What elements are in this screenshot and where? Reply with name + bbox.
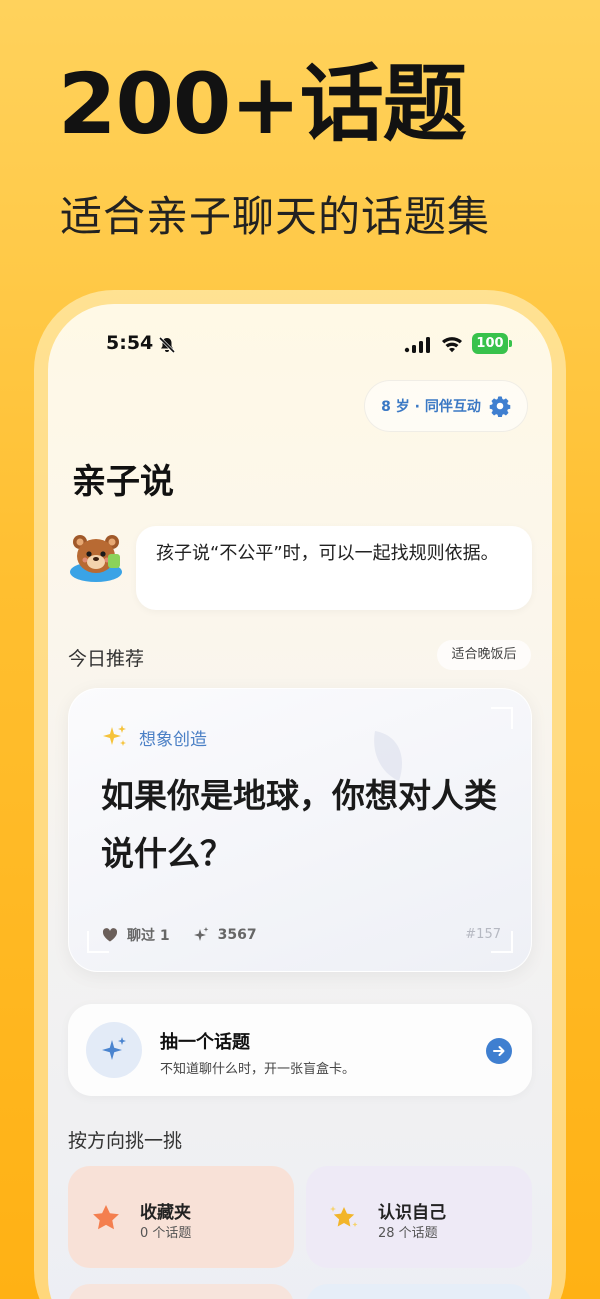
bear-mascot-icon: [70, 535, 122, 582]
today-topic-card[interactable]: 想象创造 如果你是地球，你想对人类说什么？ 聊过 1 3567 #157: [68, 688, 532, 972]
direction-count: 28 个话题: [378, 1226, 438, 1241]
sparkle-count-icon: [193, 927, 209, 941]
draw-subtitle: 不知道聊什么时，开一张盲盒卡。: [160, 1062, 356, 1077]
card-corner: [491, 707, 513, 729]
sparkles-blue-icon: [102, 1037, 126, 1060]
direction-card-peek[interactable]: [68, 1284, 294, 1299]
gear-icon: [489, 396, 511, 417]
direction-card-favorites[interactable]: 收藏夹 0 个话题: [68, 1166, 294, 1268]
section-title-today: 今日推荐: [68, 648, 145, 670]
direction-count: 0 个话题: [140, 1226, 192, 1241]
heart-icon: [102, 928, 118, 942]
app-title: 亲子说: [72, 462, 174, 502]
hero-title: 200+话题: [58, 55, 467, 153]
age-mode-label: 8 岁 · 同伴互动: [381, 399, 481, 415]
chatted-count: 聊过 1: [127, 928, 170, 944]
bell-slash-icon: [158, 336, 176, 354]
signal-icon: [404, 337, 430, 353]
battery-icon: 100: [472, 333, 512, 354]
topic-category: 想象创造: [101, 723, 207, 751]
draw-icon-wrap: [86, 1022, 142, 1078]
direction-title: 认识自己: [378, 1203, 446, 1223]
topic-question: 如果你是地球，你想对人类说什么？: [101, 776, 497, 873]
star-icon: [93, 1205, 119, 1230]
section-title-directions: 按方向挑一挑: [68, 1130, 183, 1152]
phone-screen: 5:54 100 8 岁 · 同伴互动 亲子说 孩子说“不公平”时，可以一起找规…: [48, 304, 552, 1299]
arrow-right-icon[interactable]: [486, 1038, 512, 1064]
draw-title: 抽一个话题: [160, 1032, 250, 1053]
tip-bubble: 孩子说“不公平”时，可以一起找规则依据。: [136, 526, 532, 610]
direction-card-peek[interactable]: [306, 1284, 532, 1299]
age-mode-button[interactable]: 8 岁 · 同伴互动: [364, 380, 528, 432]
status-time: 5:54: [106, 332, 154, 354]
topic-category-label: 想象创造: [139, 729, 207, 750]
topic-number: #157: [465, 927, 501, 942]
sparkle-star-icon: [330, 1206, 358, 1227]
direction-title: 收藏夹: [140, 1203, 191, 1223]
hero-subtitle: 适合亲子聊天的话题集: [60, 192, 491, 241]
sparkles-icon: [103, 725, 126, 746]
popularity-count: 3567: [217, 927, 257, 943]
wifi-icon: [442, 337, 462, 353]
topic-meta: 聊过 1 3567: [101, 925, 257, 945]
scene-tag: 适合晚饭后: [437, 640, 531, 670]
draw-topic-button[interactable]: 抽一个话题 不知道聊什么时，开一张盲盒卡。: [68, 1004, 532, 1096]
direction-card-self[interactable]: 认识自己 28 个话题: [306, 1166, 532, 1268]
